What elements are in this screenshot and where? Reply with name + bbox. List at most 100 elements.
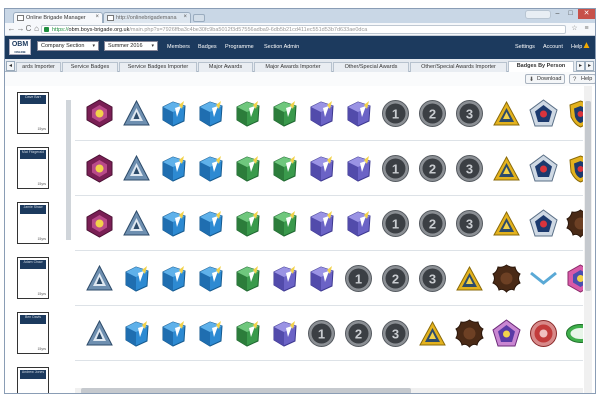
badge-circle-1-icon[interactable]: 1 — [381, 154, 410, 183]
badge-circle-1-icon[interactable]: 1 — [381, 99, 410, 128]
badge-tri-blue-icon[interactable] — [85, 264, 114, 293]
download-button[interactable]: ⬇ Download — [525, 74, 566, 84]
obm-logo[interactable]: OBMONLINE BRIGADE MANAGER — [9, 39, 31, 62]
badge-shield-red-icon[interactable] — [566, 154, 583, 183]
tab-service-badges-importer[interactable]: Service Badges Importer — [119, 62, 197, 72]
badge-circle-2-icon[interactable]: 2 — [344, 319, 373, 348]
badge-tri-gold-icon[interactable] — [492, 209, 521, 238]
browser-tab-obm[interactable]: Online Brigade Manager × — [13, 12, 103, 23]
badge-cube-purple-icon[interactable] — [307, 209, 336, 238]
close-window-button[interactable]: ✕ — [578, 9, 595, 19]
nav-programme[interactable]: Programme — [225, 44, 254, 50]
badge-circle-2-icon[interactable]: 2 — [381, 264, 410, 293]
badge-cube-icon[interactable] — [196, 209, 225, 238]
badge-cube-green-icon[interactable] — [270, 99, 299, 128]
badge-circle-1-icon[interactable]: 1 — [344, 264, 373, 293]
badge-cube-purple-icon[interactable] — [307, 154, 336, 183]
person-card[interactable]: Andrew Jones — [17, 367, 49, 393]
bookmark-star-icon[interactable]: ☆ — [570, 24, 579, 34]
tab-service-badges[interactable]: Service Badges — [62, 62, 118, 72]
person-card[interactable]: Jamie Shaw 15yrs — [17, 202, 49, 244]
badge-cube-green-icon[interactable] — [270, 154, 299, 183]
badge-tri-gold-icon[interactable] — [418, 319, 447, 348]
browser-user-button[interactable] — [525, 10, 551, 19]
badge-cube-purple-icon[interactable] — [344, 209, 373, 238]
horizontal-scrollbar[interactable] — [75, 388, 583, 393]
badge-hex-pink-icon[interactable] — [566, 264, 583, 293]
people-scrollbar[interactable] — [66, 100, 71, 240]
help-button[interactable]: ? Help — [569, 74, 595, 84]
badge-cube-icon[interactable] — [159, 319, 188, 348]
badge-circle-2-icon[interactable]: 2 — [418, 209, 447, 238]
tab-major-awards-importer[interactable]: Major Awards Importer — [254, 62, 332, 72]
badge-circle-3-icon[interactable]: 3 — [381, 319, 410, 348]
badge-cube-purple-icon[interactable] — [307, 99, 336, 128]
badge-tri-blue-icon[interactable] — [122, 154, 151, 183]
badge-pent-purple-icon[interactable] — [492, 319, 521, 348]
session-select[interactable]: Summer 2016 ▾ — [104, 41, 158, 51]
nav-settings[interactable]: Settings — [515, 44, 535, 50]
tab-other-special-awards-importer[interactable]: Other/Special Awards Importer — [410, 62, 507, 72]
horizontal-scroll-thumb[interactable] — [81, 388, 411, 393]
nav-account[interactable]: Account — [543, 44, 563, 50]
badge-tri-gold-icon[interactable] — [492, 99, 521, 128]
badge-cube-purple-icon[interactable] — [307, 264, 336, 293]
badge-round-red-icon[interactable] — [529, 319, 558, 348]
badge-circle-3-icon[interactable]: 3 — [455, 209, 484, 238]
badge-cube-icon[interactable] — [159, 154, 188, 183]
person-card[interactable]: Ben Davis 15yrs — [17, 312, 49, 354]
badge-hex-maroon-icon[interactable] — [85, 209, 114, 238]
tab-major-awards[interactable]: Major Awards — [198, 62, 253, 72]
badge-cube-green-icon[interactable] — [233, 209, 262, 238]
badge-hex-maroon-icon[interactable] — [85, 154, 114, 183]
maximize-window-button[interactable]: □ — [564, 9, 577, 19]
nav-section-admin[interactable]: Section Admin — [264, 44, 299, 50]
vertical-scroll-thumb[interactable] — [585, 101, 591, 291]
badge-cube-purple-icon[interactable] — [270, 319, 299, 348]
home-icon[interactable]: ⌂ — [32, 24, 41, 34]
badge-cube-green-icon[interactable] — [270, 209, 299, 238]
nav-members[interactable]: Members — [167, 44, 190, 50]
badge-cube-green-icon[interactable] — [233, 99, 262, 128]
close-tab-icon[interactable]: × — [183, 14, 187, 20]
badge-pent-blue-icon[interactable] — [529, 209, 558, 238]
tab-awards-importer[interactable]: ards Importer — [16, 62, 61, 72]
badge-cube-icon[interactable] — [159, 209, 188, 238]
close-tab-icon[interactable]: × — [95, 14, 99, 20]
address-bar[interactable]: https://obm.boys-brigade.org.uk/main.php… — [41, 25, 566, 34]
badge-circle-3-icon[interactable]: 3 — [418, 264, 447, 293]
badge-cube-purple-icon[interactable] — [344, 154, 373, 183]
badge-cube-icon[interactable] — [122, 264, 151, 293]
badge-tri-blue-icon[interactable] — [85, 319, 114, 348]
badge-circle-1-icon[interactable]: 1 — [381, 209, 410, 238]
badge-cube-green-icon[interactable] — [233, 154, 262, 183]
badge-cube-icon[interactable] — [159, 99, 188, 128]
badge-cube-icon[interactable] — [196, 154, 225, 183]
badge-cube-icon[interactable] — [122, 319, 151, 348]
badge-cube-green-icon[interactable] — [233, 319, 262, 348]
badge-circle-1-icon[interactable]: 1 — [307, 319, 336, 348]
badge-tri-blue-icon[interactable] — [122, 99, 151, 128]
badge-cube-icon[interactable] — [159, 264, 188, 293]
badge-pent-blue-icon[interactable] — [529, 154, 558, 183]
badge-circle-3-icon[interactable]: 3 — [455, 99, 484, 128]
badge-tri-gold-icon[interactable] — [455, 264, 484, 293]
person-card[interactable]: Mat Fitzgerald 15yrs — [17, 147, 49, 189]
section-select[interactable]: Company Section ▾ — [37, 41, 99, 51]
badge-pent-blue-icon[interactable] — [529, 99, 558, 128]
nav-badges[interactable]: Badges — [198, 44, 217, 50]
badge-cube-icon[interactable] — [196, 319, 225, 348]
tab-scroll-left-button[interactable]: ◂ — [6, 61, 15, 71]
badge-cube-icon[interactable] — [196, 264, 225, 293]
badge-cube-purple-icon[interactable] — [344, 99, 373, 128]
badge-circle-3-icon[interactable]: 3 — [455, 154, 484, 183]
back-icon[interactable]: ← — [7, 24, 16, 34]
badge-tri-gold-icon[interactable] — [492, 154, 521, 183]
notification-bell-icon[interactable]: ▲ — [581, 40, 592, 51]
badge-oval-green-icon[interactable] — [566, 319, 583, 348]
badge-blob-brown-icon[interactable] — [492, 264, 521, 293]
badge-cube-icon[interactable] — [196, 99, 225, 128]
badge-blob-brown-icon[interactable] — [455, 319, 484, 348]
badge-chevron-blue-icon[interactable] — [529, 264, 558, 293]
badge-cube-purple-icon[interactable] — [270, 264, 299, 293]
